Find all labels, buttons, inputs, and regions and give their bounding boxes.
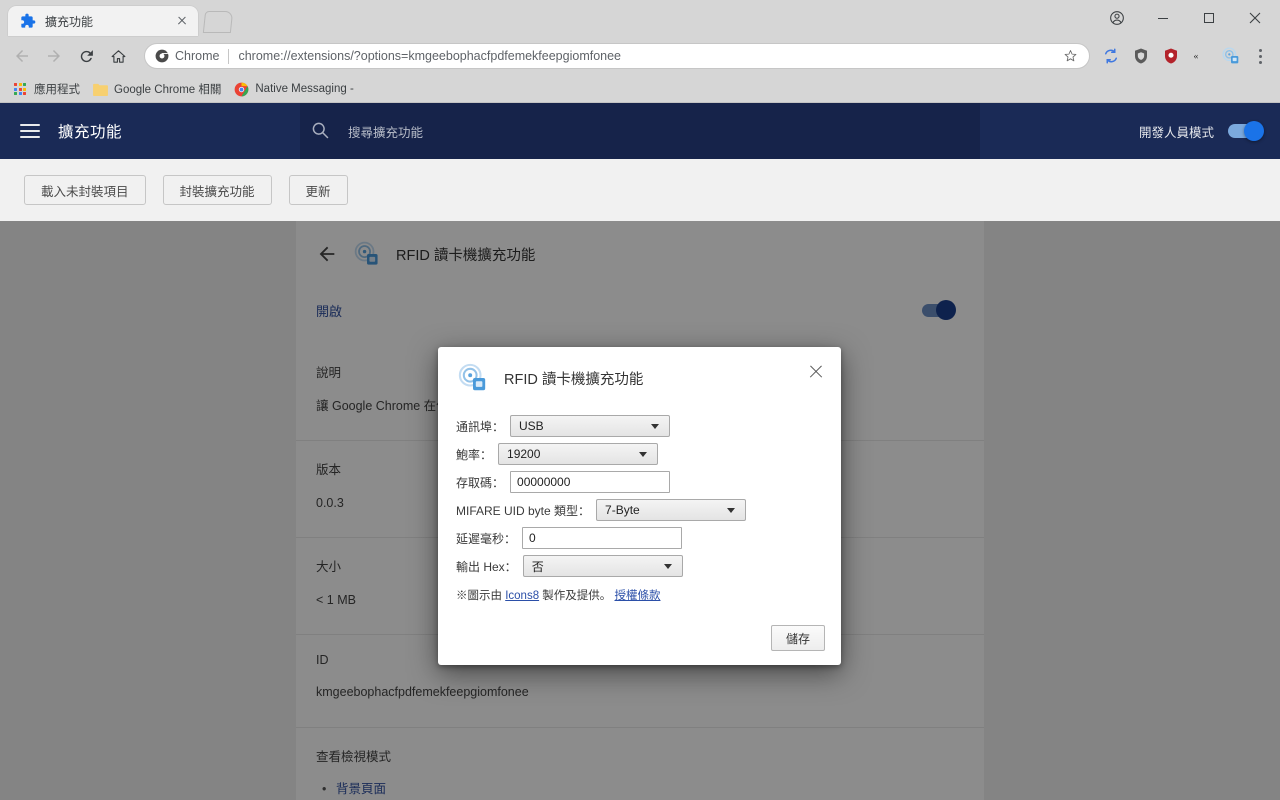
developer-mode-label: 開發人員模式 (1138, 125, 1214, 140)
accesscode-label: 存取碼： (456, 475, 505, 490)
rfid-extension-icon[interactable] (1217, 42, 1245, 70)
developer-mode-control[interactable]: 開發人員模式 (1138, 103, 1264, 159)
folder-icon (92, 81, 108, 97)
title-bar: 擴充功能 (0, 0, 1280, 36)
accesscode-value: 00000000 (517, 475, 571, 489)
apps-grid-icon (12, 81, 28, 97)
outputhex-label: 輸出 Hex： (456, 559, 517, 574)
tab-close-icon[interactable] (174, 13, 190, 29)
page-title: 擴充功能 (58, 124, 123, 141)
reload-button[interactable] (72, 42, 100, 70)
search-placeholder: 搜尋擴充功能 (348, 125, 424, 140)
outputhex-value: 否 (531, 559, 544, 574)
outputhex-select[interactable]: 否 (522, 555, 683, 577)
browser-toolbar: Chrome chrome://extensions/?options=kmge… (0, 36, 1280, 76)
options-dialog: RFID 讀卡機擴充功能 通訊埠： USB 鮑率： 19200 存取碼： 000… (438, 347, 841, 665)
chevron-down-icon (727, 507, 736, 513)
dialog-title: RFID 讀卡機擴充功能 (504, 371, 644, 388)
profile-icon[interactable] (1094, 3, 1140, 33)
close-button[interactable] (1232, 3, 1278, 33)
options-form: 通訊埠： USB 鮑率： 19200 存取碼： 00000000 MIFARE … (438, 393, 841, 603)
update-button[interactable]: 更新 (288, 175, 348, 205)
close-icon[interactable] (805, 361, 827, 383)
bookmark-label: 應用程式 (34, 84, 80, 96)
extensions-page: 擴充功能 搜尋擴充功能 開發人員模式 載入未封裝項目 封裝擴充功能 更新 RFI… (0, 103, 1280, 800)
chrome-shield-icon (155, 49, 169, 63)
bookmark-label: Google Chrome 相關 (114, 84, 222, 96)
extension-puzzle-icon (20, 13, 36, 29)
maximize-button[interactable] (1186, 3, 1232, 33)
window-controls (1094, 0, 1280, 36)
quote-extension-icon[interactable]: « (1187, 42, 1215, 70)
dialog-header: RFID 讀卡機擴充功能 (438, 347, 841, 393)
port-select[interactable]: USB (510, 415, 671, 437)
port-value: USB (519, 419, 544, 433)
forward-button[interactable] (40, 42, 68, 70)
baudrate-select[interactable]: 19200 (498, 443, 659, 465)
save-button[interactable]: 儲存 (770, 625, 825, 651)
field-row-delay: 延遲毫秒： 0 (456, 527, 823, 549)
uidtype-select[interactable]: 7-Byte (596, 499, 747, 521)
baudrate-value: 19200 (507, 447, 541, 461)
field-row-uidtype: MIFARE UID byte 類型： 7-Byte (456, 499, 823, 521)
bookmark-star-icon[interactable] (1063, 48, 1079, 64)
attribution-note: ※圖示由 Icons8 製作及提供。 授權條款 (456, 587, 823, 603)
red-shield-extension-icon[interactable] (1157, 42, 1185, 70)
note-middle: 製作及提供。 (539, 590, 615, 602)
bookmark-apps[interactable]: 應用程式 (8, 78, 88, 100)
bookmark-label: Native Messaging - (255, 83, 354, 95)
svg-text:«: « (1194, 51, 1199, 62)
chrome-menu-button[interactable] (1248, 42, 1272, 70)
delay-label: 延遲毫秒： (456, 531, 517, 546)
icons8-link[interactable]: Icons8 (505, 590, 539, 602)
pack-extension-button[interactable]: 封裝擴充功能 (162, 175, 272, 205)
search-icon (310, 120, 332, 142)
field-row-port: 通訊埠： USB (456, 415, 823, 437)
home-button[interactable] (104, 42, 132, 70)
omnibox-url: chrome://extensions/?options=kmgeebophac… (238, 49, 622, 63)
search-extensions-field[interactable]: 搜尋擴充功能 (300, 103, 980, 159)
shield-extension-icon[interactable] (1127, 42, 1155, 70)
omnibox-divider (228, 48, 230, 64)
address-bar[interactable]: Chrome chrome://extensions/?options=kmge… (144, 43, 1090, 69)
license-link[interactable]: 授權條款 (614, 590, 660, 602)
browser-window: 擴充功能 Chrome chrome://extensions/?options… (0, 0, 1280, 800)
rfid-extension-icon (458, 363, 488, 393)
developer-mode-toggle[interactable] (1228, 121, 1264, 141)
sync-extension-icon[interactable] (1097, 42, 1125, 70)
bookmark-folder-chrome[interactable]: Google Chrome 相關 (88, 78, 229, 100)
delay-input[interactable]: 0 (522, 527, 683, 549)
browser-tab[interactable]: 擴充功能 (8, 6, 198, 36)
chevron-down-icon (663, 563, 672, 569)
dialog-footer: 儲存 (770, 625, 825, 651)
field-row-baudrate: 鮑率： 19200 (456, 443, 823, 465)
load-unpacked-button[interactable]: 載入未封裝項目 (24, 175, 146, 205)
bookmarks-bar: 應用程式 Google Chrome 相關 Native Messaging - (0, 76, 1280, 103)
new-tab-button[interactable] (202, 11, 234, 33)
field-row-accesscode: 存取碼： 00000000 (456, 471, 823, 493)
uidtype-label: MIFARE UID byte 類型： (456, 503, 591, 518)
delay-value: 0 (529, 531, 536, 545)
omnibox-scheme-label: Chrome (175, 49, 220, 63)
port-label: 通訊埠： (456, 419, 505, 434)
chrome-icon (233, 81, 249, 97)
accesscode-input[interactable]: 00000000 (510, 471, 671, 493)
chevron-down-icon (651, 423, 660, 429)
note-prefix: ※圖示由 (456, 590, 506, 602)
chevron-down-icon (639, 451, 648, 457)
tab-title: 擴充功能 (45, 14, 94, 29)
bookmark-native-messaging[interactable]: Native Messaging - (229, 78, 361, 100)
minimize-button[interactable] (1140, 3, 1186, 33)
extension-icons: « (1096, 42, 1246, 70)
uidtype-value: 7-Byte (605, 503, 640, 517)
extensions-toolbar: 載入未封裝項目 封裝擴充功能 更新 (0, 159, 1280, 221)
field-row-outputhex: 輸出 Hex： 否 (456, 555, 823, 577)
hamburger-menu-icon[interactable] (20, 120, 40, 142)
tab-strip: 擴充功能 (0, 0, 1094, 36)
baudrate-label: 鮑率： (456, 447, 493, 462)
extensions-header: 擴充功能 搜尋擴充功能 開發人員模式 (0, 103, 1280, 159)
back-button[interactable] (8, 42, 36, 70)
